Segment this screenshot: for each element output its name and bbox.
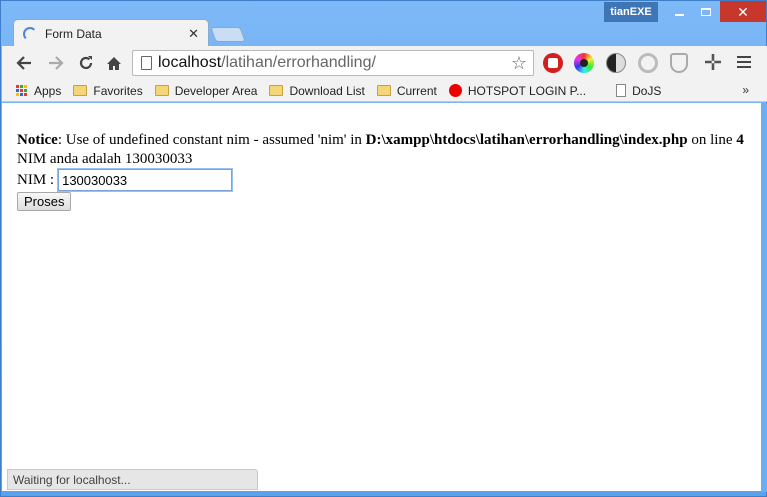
notice-line-text: on line: [687, 132, 737, 148]
notice-text: : Use of undefined constant nim - assume…: [57, 132, 366, 148]
maximize-button[interactable]: [693, 1, 719, 22]
tab-title: Form Data: [45, 27, 102, 41]
bookmark-label: Apps: [34, 83, 62, 98]
reload-icon: [79, 56, 93, 70]
window-edge: [761, 103, 767, 492]
bookmark-label: DoJS: [632, 83, 662, 98]
adblock-extension-icon[interactable]: [543, 53, 563, 73]
page-content: Notice: Use of undefined constant nim - …: [2, 103, 761, 491]
contrast-extension-icon[interactable]: [606, 53, 626, 73]
bookmark-label: Download List: [289, 83, 365, 98]
bookmark-label: Current: [396, 83, 437, 98]
color-picker-extension-icon[interactable]: [574, 53, 594, 73]
browser-window: tianEXE ✕ Form Data ✕ localhost/latihan/…: [0, 0, 767, 497]
bookmark-label: Developer Area: [174, 83, 258, 98]
proses-button[interactable]: Proses: [17, 192, 72, 211]
address-bar[interactable]: localhost/latihan/errorhandling/ ☆: [132, 50, 534, 76]
reload-button[interactable]: [74, 52, 98, 74]
shield-extension-icon[interactable]: [670, 53, 688, 73]
crosshair-extension-icon[interactable]: ✛: [702, 50, 724, 75]
maximize-icon: [701, 7, 711, 16]
folder-icon: [376, 85, 391, 96]
home-icon: [107, 56, 121, 70]
bookmark-favorites[interactable]: Favorites: [73, 83, 143, 98]
page-icon: [141, 56, 152, 70]
status-bubble: Waiting for localhost...: [7, 469, 258, 490]
bookmark-star-icon[interactable]: ☆: [511, 53, 527, 74]
apps-icon: [16, 84, 28, 97]
url-host: localhost: [158, 54, 222, 71]
forward-button[interactable]: [44, 52, 68, 74]
folder-icon: [269, 85, 284, 96]
notice-label: Notice: [17, 132, 58, 148]
close-icon: ✕: [737, 3, 749, 20]
toolbar: localhost/latihan/errorhandling/ ☆ ✛: [2, 46, 767, 80]
close-window-button[interactable]: ✕: [720, 1, 766, 22]
tab-close-icon[interactable]: ✕: [188, 26, 199, 42]
ring-extension-icon[interactable]: [638, 53, 658, 73]
bookmark-developer-area[interactable]: Developer Area: [154, 83, 258, 98]
bookmarks-overflow-button[interactable]: »: [742, 83, 749, 97]
back-arrow-icon: [16, 56, 31, 70]
bookmark-label: Favorites: [93, 83, 143, 98]
bookmark-dojs[interactable]: DoJS: [616, 84, 661, 98]
page-body: Notice: Use of undefined constant nim - …: [17, 131, 752, 212]
bookmark-apps[interactable]: Apps: [2, 84, 61, 98]
minimize-icon: [674, 13, 684, 16]
loading-spinner-icon: [23, 27, 37, 41]
php-notice: Notice: Use of undefined constant nim - …: [17, 131, 752, 150]
nim-label: NIM :: [17, 171, 55, 188]
hotspot-icon: [448, 84, 462, 97]
url-text[interactable]: localhost/latihan/errorhandling/: [158, 54, 376, 72]
bookmarks-bar: Apps Favorites Developer Area Download L…: [2, 80, 767, 102]
bookmark-download-list[interactable]: Download List: [269, 83, 365, 98]
folder-icon: [73, 85, 88, 96]
folder-icon: [154, 85, 169, 96]
page-icon: [616, 84, 627, 97]
bookmark-current[interactable]: Current: [376, 83, 437, 98]
notice-line-number: 4: [736, 132, 744, 148]
forward-arrow-icon: [49, 56, 64, 70]
notice-path: D:\xampp\htdocs\latihan\errorhandling\in…: [365, 132, 688, 148]
nim-input[interactable]: [57, 168, 234, 192]
bookmark-hotspot-login[interactable]: HOTSPOT LOGIN P...: [448, 83, 587, 98]
tab-content[interactable]: Form Data ✕: [23, 21, 209, 47]
home-button[interactable]: [102, 52, 126, 74]
menu-icon[interactable]: [737, 56, 751, 71]
url-path: /latihan/errorhandling/: [221, 54, 376, 71]
back-button[interactable]: [12, 52, 36, 74]
result-text: NIM anda adalah 130030033: [17, 151, 193, 167]
minimize-button[interactable]: [665, 1, 693, 22]
nim-form: NIM :: [17, 168, 752, 192]
profile-badge[interactable]: tianEXE: [604, 2, 658, 22]
new-tab-button[interactable]: [210, 27, 246, 42]
bookmark-label: HOTSPOT LOGIN P...: [467, 83, 587, 98]
